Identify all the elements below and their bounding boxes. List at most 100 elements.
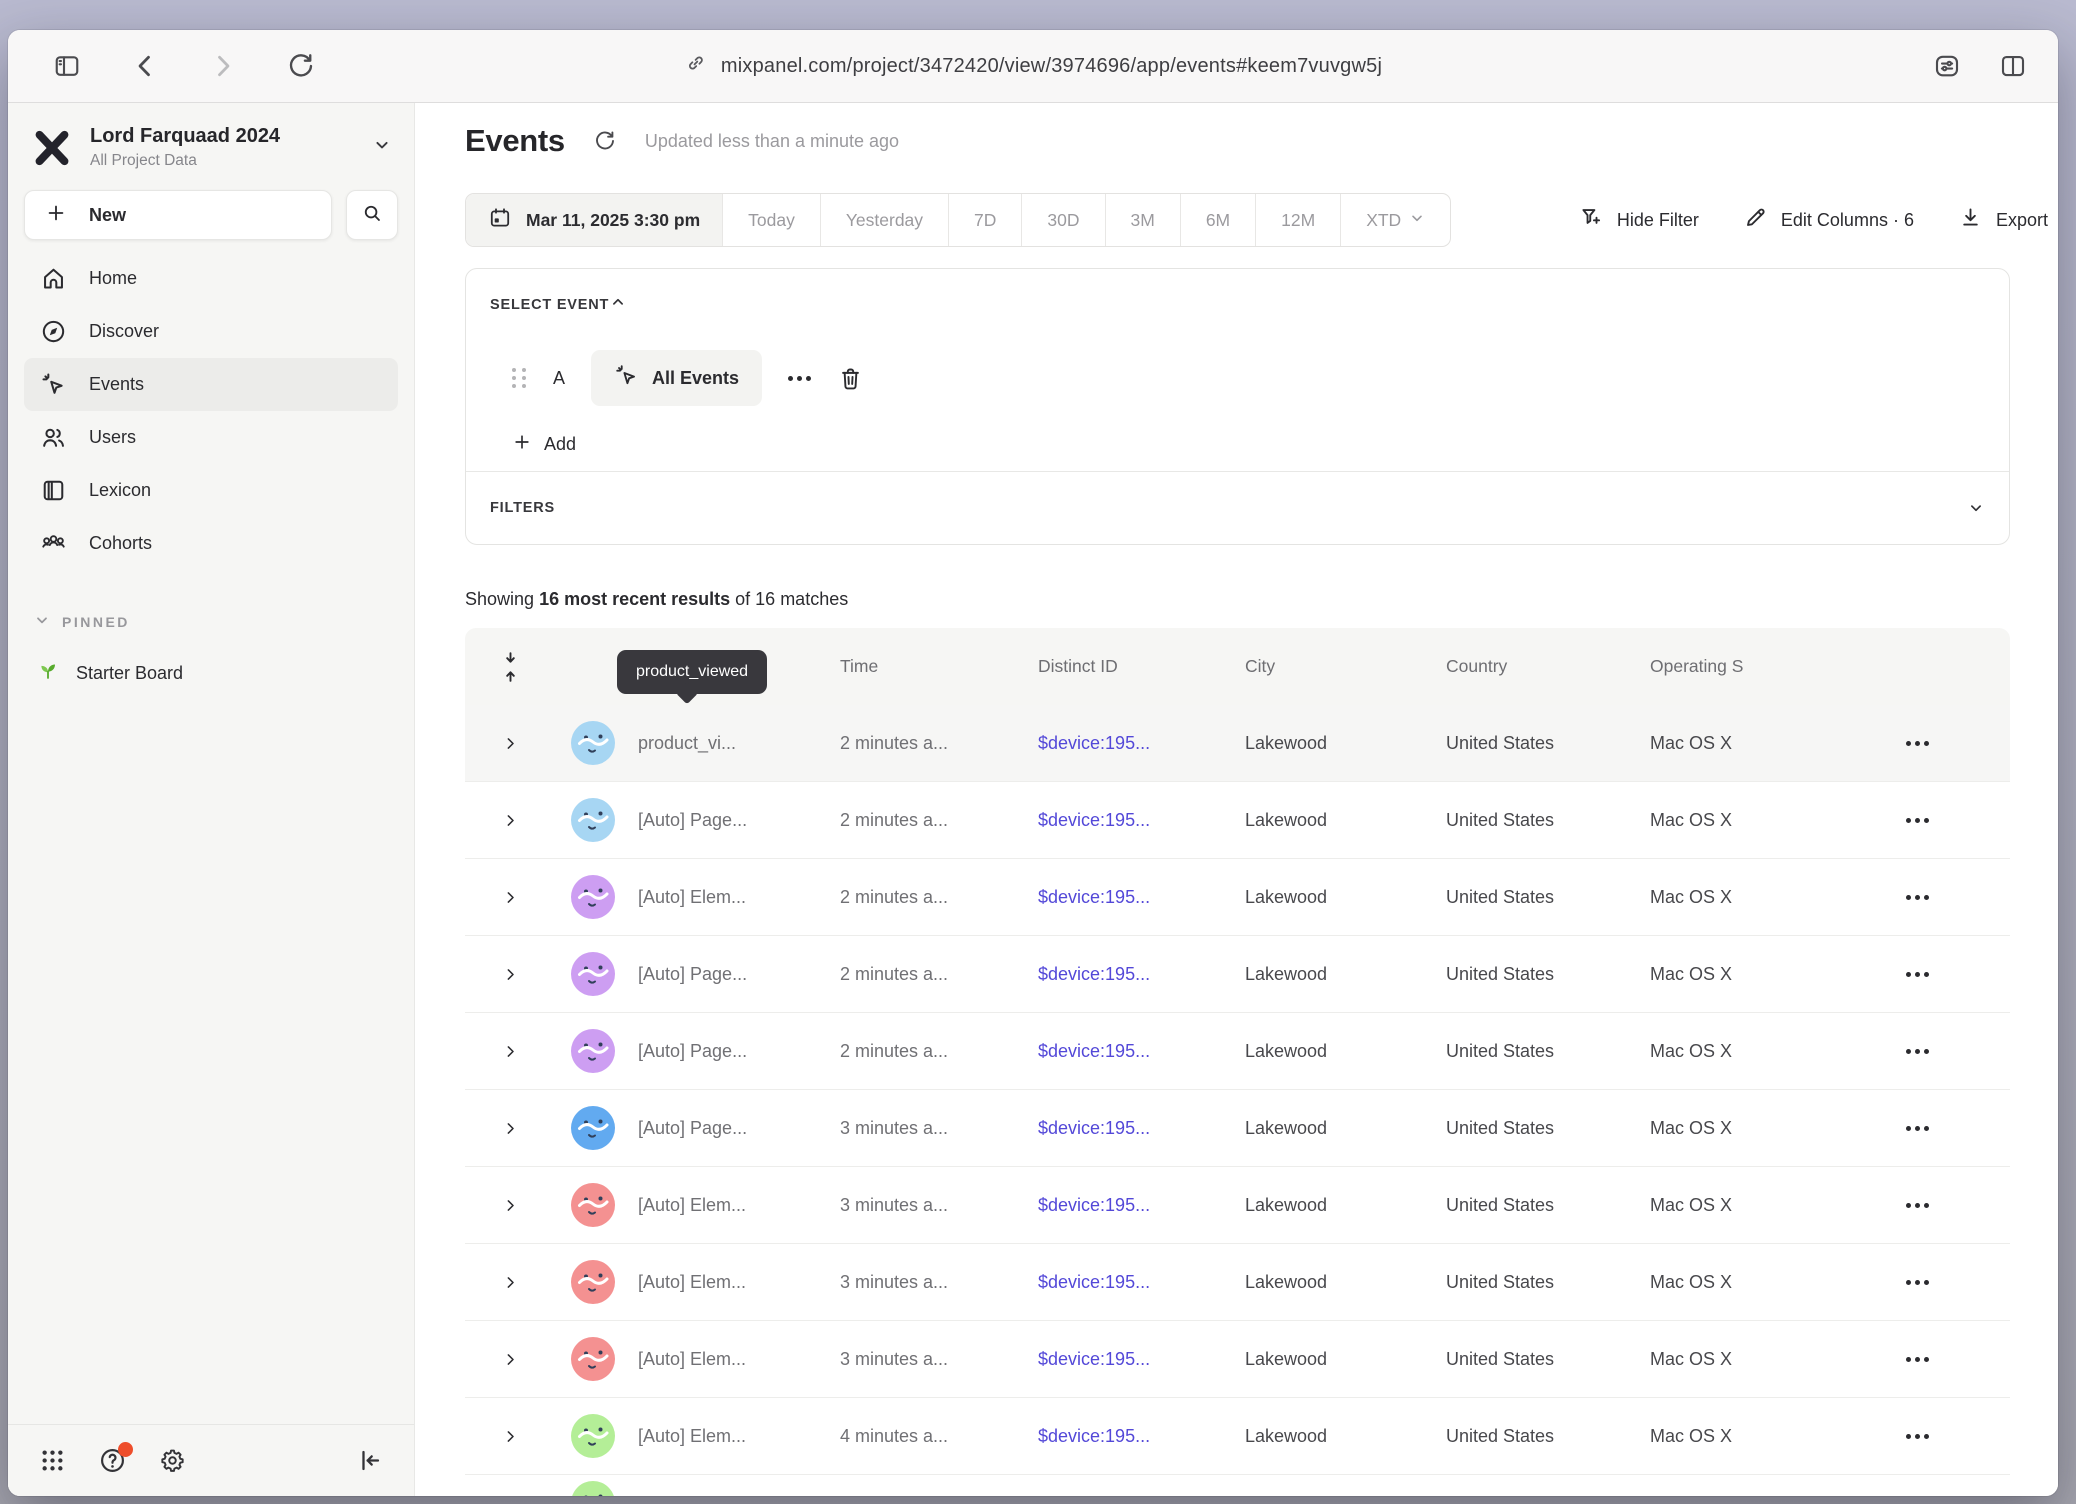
address-bar[interactable]: mixpanel.com/project/3472420/view/397469… — [684, 51, 1382, 81]
row-actions-kebab[interactable] — [1906, 741, 2010, 746]
settings-gear-icon[interactable] — [156, 1445, 188, 1477]
preset-12m[interactable]: 12M — [1255, 194, 1340, 246]
cell-distinct-id-link[interactable]: $device:195... — [1038, 1195, 1245, 1216]
preset-6m[interactable]: 6M — [1180, 194, 1255, 246]
cell-distinct-id-link[interactable]: $device:195... — [1038, 1272, 1245, 1293]
row-actions-kebab[interactable] — [1906, 972, 2010, 977]
chevron-right-icon[interactable] — [502, 812, 519, 829]
cell-event-name: [Auto] Elem... — [638, 1426, 840, 1447]
event-avatar — [571, 798, 615, 842]
export-button[interactable]: Export — [1958, 205, 2048, 235]
preset-xtd[interactable]: XTD — [1340, 194, 1450, 246]
back-icon[interactable] — [122, 43, 168, 89]
row-actions-kebab[interactable] — [1906, 1049, 2010, 1054]
cell-os: Mac OS X — [1650, 810, 1880, 831]
new-button[interactable]: New — [24, 190, 332, 240]
split-view-icon[interactable] — [1990, 43, 2036, 89]
forward-icon[interactable] — [200, 43, 246, 89]
cell-distinct-id-link[interactable]: $device:195... — [1038, 887, 1245, 908]
sidebar-item-users[interactable]: Users — [24, 411, 398, 464]
row-actions-kebab[interactable] — [1906, 895, 2010, 900]
preset-3m[interactable]: 3M — [1105, 194, 1180, 246]
chevron-up-icon[interactable] — [609, 293, 627, 316]
preset-7d[interactable]: 7D — [948, 194, 1021, 246]
cell-distinct-id-link[interactable]: $device:195... — [1038, 733, 1245, 754]
chevron-down-icon[interactable] — [1967, 499, 1985, 517]
refresh-icon[interactable] — [593, 129, 617, 153]
chevron-right-icon[interactable] — [502, 966, 519, 983]
sidebar-item-cohorts[interactable]: Cohorts — [24, 517, 398, 570]
table-row[interactable]: [Auto] Elem...4 minutes a...$device:195.… — [465, 1398, 2010, 1475]
table-row[interactable]: [Auto] Elem...2 minutes a...$device:195.… — [465, 859, 2010, 936]
table-row[interactable]: [Auto] Elem...3 minutes a...$device:195.… — [465, 1321, 2010, 1398]
page-settings-icon[interactable] — [1924, 43, 1970, 89]
table-row[interactable]: product_vi...2 minutes a...$device:195..… — [465, 705, 2010, 782]
chevron-right-icon[interactable] — [502, 1120, 519, 1137]
project-switcher[interactable]: Lord Farquaad 2024 All Project Data — [24, 117, 398, 178]
reload-icon[interactable] — [278, 43, 324, 89]
column-header-time[interactable]: Time — [840, 656, 1038, 677]
sidebar-item-label: Discover — [89, 321, 159, 342]
chevron-right-icon[interactable] — [502, 1351, 519, 1368]
date-range-button[interactable]: Mar 11, 2025 3:30 pm — [466, 194, 722, 246]
column-header-operating-s[interactable]: Operating S — [1650, 656, 1880, 677]
hide-filter-button[interactable]: Hide Filter — [1579, 205, 1699, 235]
row-actions-kebab[interactable] — [1906, 1434, 2010, 1439]
sidebar-item-discover[interactable]: Discover — [24, 305, 398, 358]
pinned-section-header[interactable]: PINNED — [24, 612, 398, 631]
event-selector-chip[interactable]: All Events — [591, 350, 762, 406]
drag-handle[interactable] — [512, 368, 527, 388]
chevron-right-icon[interactable] — [502, 1428, 519, 1445]
table-row[interactable]: [Auto] Elem...3 minutes a...$device:195.… — [465, 1244, 2010, 1321]
cell-distinct-id-link[interactable]: $device:195... — [1038, 1118, 1245, 1139]
sidebar-item-home[interactable]: Home — [24, 252, 398, 305]
cell-distinct-id-link[interactable]: $device:195... — [1038, 1041, 1245, 1062]
cell-distinct-id-link[interactable]: $device:195... — [1038, 1426, 1245, 1447]
collapse-sidebar-icon[interactable] — [354, 1445, 386, 1477]
preset-today[interactable]: Today — [722, 194, 820, 246]
chevron-right-icon[interactable] — [502, 1197, 519, 1214]
sidebar-toggle-icon[interactable] — [44, 43, 90, 89]
preset-30d[interactable]: 30D — [1021, 194, 1104, 246]
table-row[interactable]: [Auto] Page...2 minutes a...$device:195.… — [465, 782, 2010, 859]
table-row[interactable] — [465, 1475, 2010, 1496]
filters-heading: FILTERS — [490, 500, 555, 516]
table-row[interactable]: [Auto] Page...2 minutes a...$device:195.… — [465, 936, 2010, 1013]
column-header-country[interactable]: Country — [1446, 656, 1650, 677]
table-row[interactable]: [Auto] Page...3 minutes a...$device:195.… — [465, 1090, 2010, 1167]
table-row[interactable]: [Auto] Elem...3 minutes a...$device:195.… — [465, 1167, 2010, 1244]
add-event-button[interactable]: Add — [512, 432, 1985, 457]
event-options-kebab[interactable] — [788, 376, 811, 381]
sidebar-item-lexicon[interactable]: Lexicon — [24, 464, 398, 517]
sidebar-item-starter-board[interactable]: Starter Board — [24, 657, 398, 689]
cell-distinct-id-link[interactable]: $device:195... — [1038, 964, 1245, 985]
cell-distinct-id-link[interactable]: $device:195... — [1038, 1349, 1245, 1370]
row-actions-kebab[interactable] — [1906, 1357, 2010, 1362]
project-name: Lord Farquaad 2024 — [90, 125, 356, 148]
table-row[interactable]: [Auto] Page...2 minutes a...$device:195.… — [465, 1013, 2010, 1090]
plus-icon — [512, 432, 532, 457]
edit-columns-button[interactable]: Edit Columns · 6 — [1743, 205, 1914, 235]
event-avatar — [571, 1029, 615, 1073]
chevron-right-icon[interactable] — [502, 889, 519, 906]
chevron-right-icon[interactable] — [502, 1274, 519, 1291]
column-header-city[interactable]: City — [1245, 656, 1446, 677]
cell-distinct-id-link[interactable]: $device:195... — [1038, 810, 1245, 831]
sort-direction-icon[interactable] — [502, 651, 519, 683]
row-actions-kebab[interactable] — [1906, 818, 2010, 823]
row-actions-kebab[interactable] — [1906, 1126, 2010, 1131]
row-actions-kebab[interactable] — [1906, 1280, 2010, 1285]
search-button[interactable] — [346, 190, 398, 240]
help-icon[interactable] — [96, 1445, 128, 1477]
sidebar-item-events[interactable]: Events — [24, 358, 398, 411]
date-range-label: Mar 11, 2025 3:30 pm — [526, 210, 700, 231]
cell-event-name: [Auto] Elem... — [638, 1272, 840, 1293]
chevron-right-icon[interactable] — [502, 1043, 519, 1060]
preset-yesterday[interactable]: Yesterday — [820, 194, 948, 246]
apps-grid-icon[interactable] — [36, 1445, 68, 1477]
cell-country: United States — [1446, 1195, 1650, 1216]
row-actions-kebab[interactable] — [1906, 1203, 2010, 1208]
column-header-distinct-id[interactable]: Distinct ID — [1038, 656, 1245, 677]
trash-icon[interactable] — [837, 365, 864, 392]
chevron-right-icon[interactable] — [502, 735, 519, 752]
